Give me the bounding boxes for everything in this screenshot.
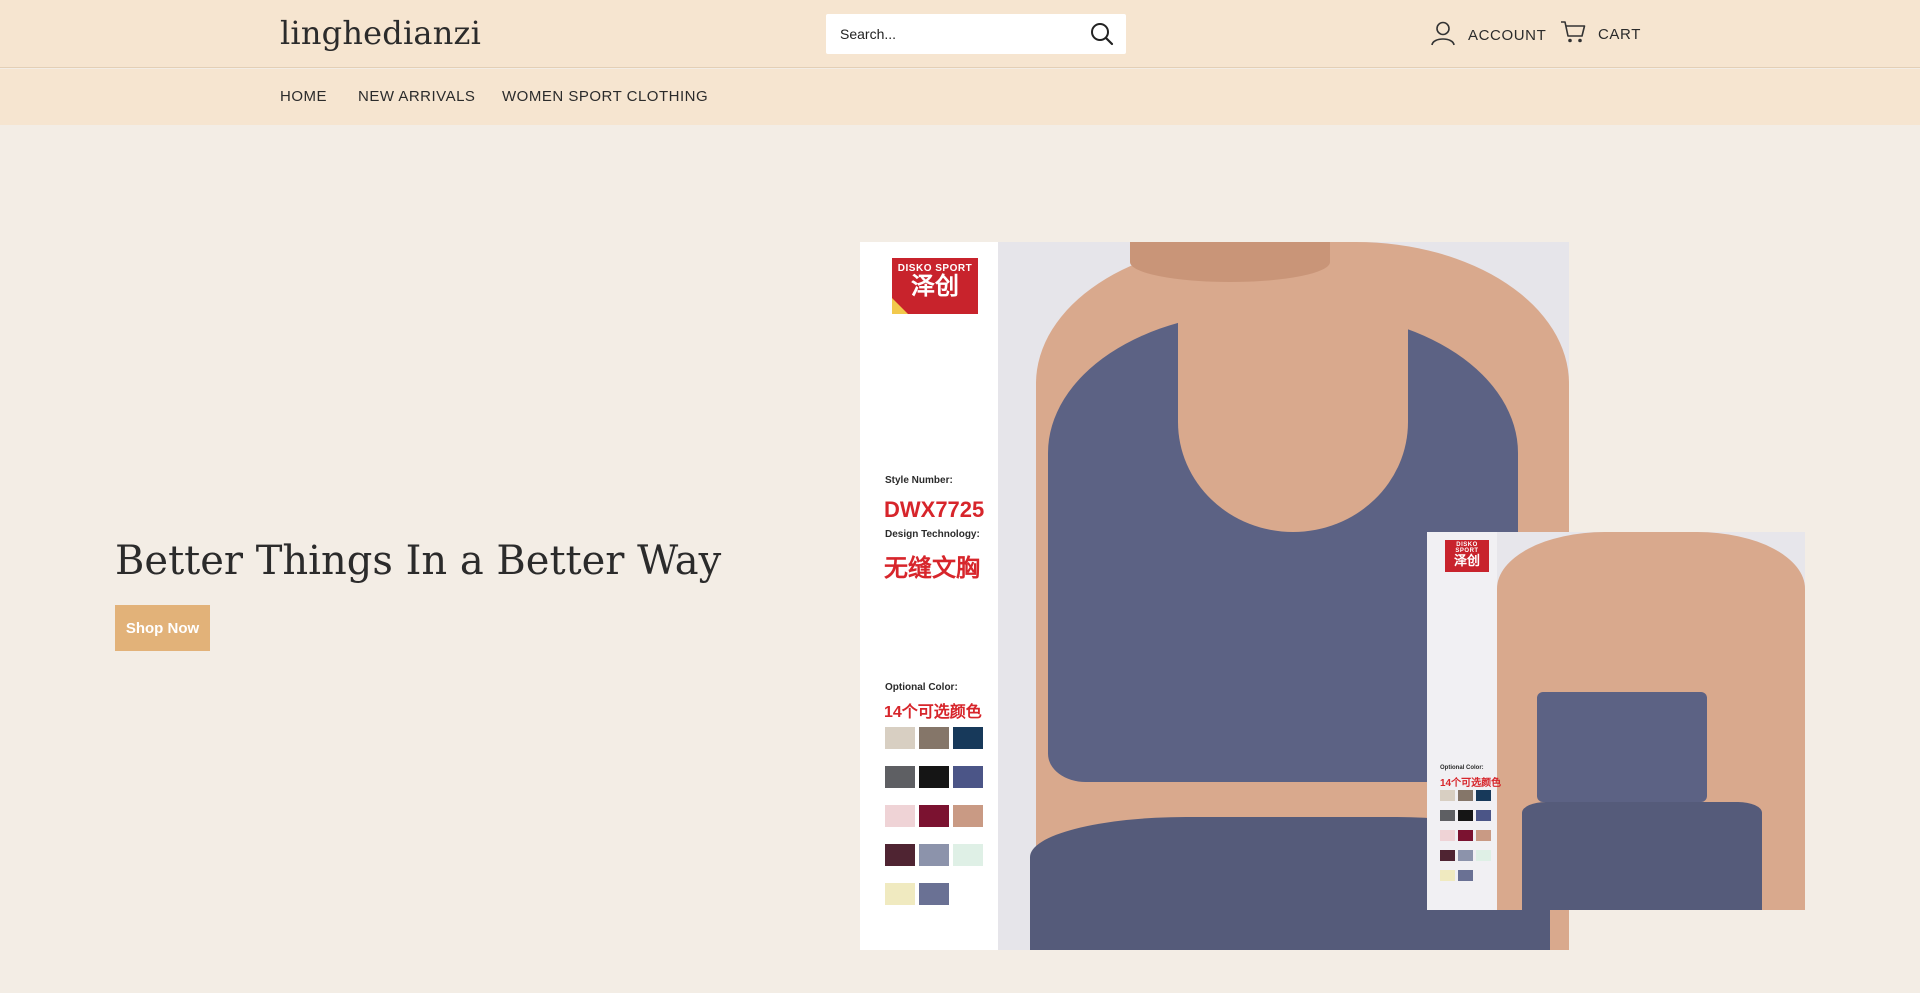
color-swatch (1440, 870, 1455, 881)
color-swatch (885, 727, 915, 749)
search-icon[interactable] (1090, 22, 1114, 46)
color-swatch (1440, 830, 1455, 841)
color-swatch (919, 844, 949, 866)
brand-name-en: DISKO SPORT (897, 263, 973, 274)
optional-color-label-small: Optional Color: (1440, 765, 1484, 771)
style-number-label: Style Number: (885, 475, 953, 486)
product-info-strip: DISKO SPORT 泽创 Style Number: DWX7725 Des… (860, 242, 998, 950)
color-swatch (885, 805, 915, 827)
color-swatch (1476, 830, 1491, 841)
brand-badge-small: DISKO SPORT 泽创 (1445, 540, 1489, 572)
brand-badge-corner (892, 298, 908, 314)
brand-name-en-small: DISKO SPORT (1455, 542, 1479, 554)
product-image-back: DISKO SPORT 泽创 Optional Color: 14个可选颜色 (1427, 532, 1805, 910)
style-number-value: DWX7725 (884, 497, 985, 522)
top-header: linghedianzi ACCOUNT CART (0, 0, 1920, 68)
shop-now-button[interactable]: Shop Now (115, 605, 210, 651)
color-swatch (1458, 790, 1473, 801)
cart-link[interactable]: CART (1560, 20, 1641, 48)
nav-item-new-arrivals[interactable]: NEW ARRIVALS (358, 88, 475, 105)
brand-name-cn: 泽创 (911, 273, 959, 300)
brand-badge: DISKO SPORT 泽创 (892, 258, 978, 314)
optional-color-value-small: 14个可选颜色 (1440, 778, 1502, 789)
user-icon (1430, 20, 1456, 50)
color-swatch (1458, 870, 1473, 881)
cart-label: CART (1598, 25, 1641, 43)
color-swatch (1476, 850, 1491, 861)
color-swatch (953, 844, 983, 866)
color-swatch (1458, 830, 1473, 841)
nav-item-women-sport-clothing[interactable]: WOMEN SPORT CLOTHING (502, 88, 708, 105)
leggings-back-shape (1522, 802, 1762, 910)
search-box (826, 14, 1126, 54)
color-swatch (1440, 850, 1455, 861)
account-link[interactable]: ACCOUNT (1430, 20, 1546, 50)
main-nav: HOME NEW ARRIVALS WOMEN SPORT CLOTHING (0, 69, 1920, 125)
color-swatch (953, 766, 983, 788)
color-swatch (953, 727, 983, 749)
neckline-shape (1178, 312, 1408, 532)
color-swatch (1440, 790, 1455, 801)
color-swatch (1476, 810, 1491, 821)
optional-color-label: Optional Color: (885, 682, 958, 693)
color-swatch (919, 727, 949, 749)
color-swatch (1458, 810, 1473, 821)
design-tech-value: 无缝文胸 (884, 555, 980, 582)
color-swatch (1476, 790, 1491, 801)
color-swatch (885, 766, 915, 788)
hero-title: Better Things In a Better Way (115, 538, 722, 584)
nav-item-home[interactable]: HOME (280, 88, 327, 105)
color-swatch (919, 883, 949, 905)
sports-bra-back-shape (1537, 692, 1707, 802)
color-swatch (953, 805, 983, 827)
color-swatch (919, 805, 949, 827)
optional-color-value: 14个可选颜色 (884, 704, 982, 721)
color-swatch (885, 883, 915, 905)
brand-name-cn-small: 泽创 (1453, 553, 1480, 568)
color-swatch (1458, 850, 1473, 861)
cart-icon (1560, 20, 1586, 48)
search-input[interactable] (840, 26, 1080, 42)
color-swatch (919, 766, 949, 788)
color-swatch (1440, 810, 1455, 821)
color-swatch (885, 844, 915, 866)
design-tech-label: Design Technology: (885, 529, 980, 540)
model-chin-shape (1130, 242, 1330, 282)
store-logo[interactable]: linghedianzi (280, 14, 481, 52)
account-label: ACCOUNT (1468, 26, 1547, 44)
